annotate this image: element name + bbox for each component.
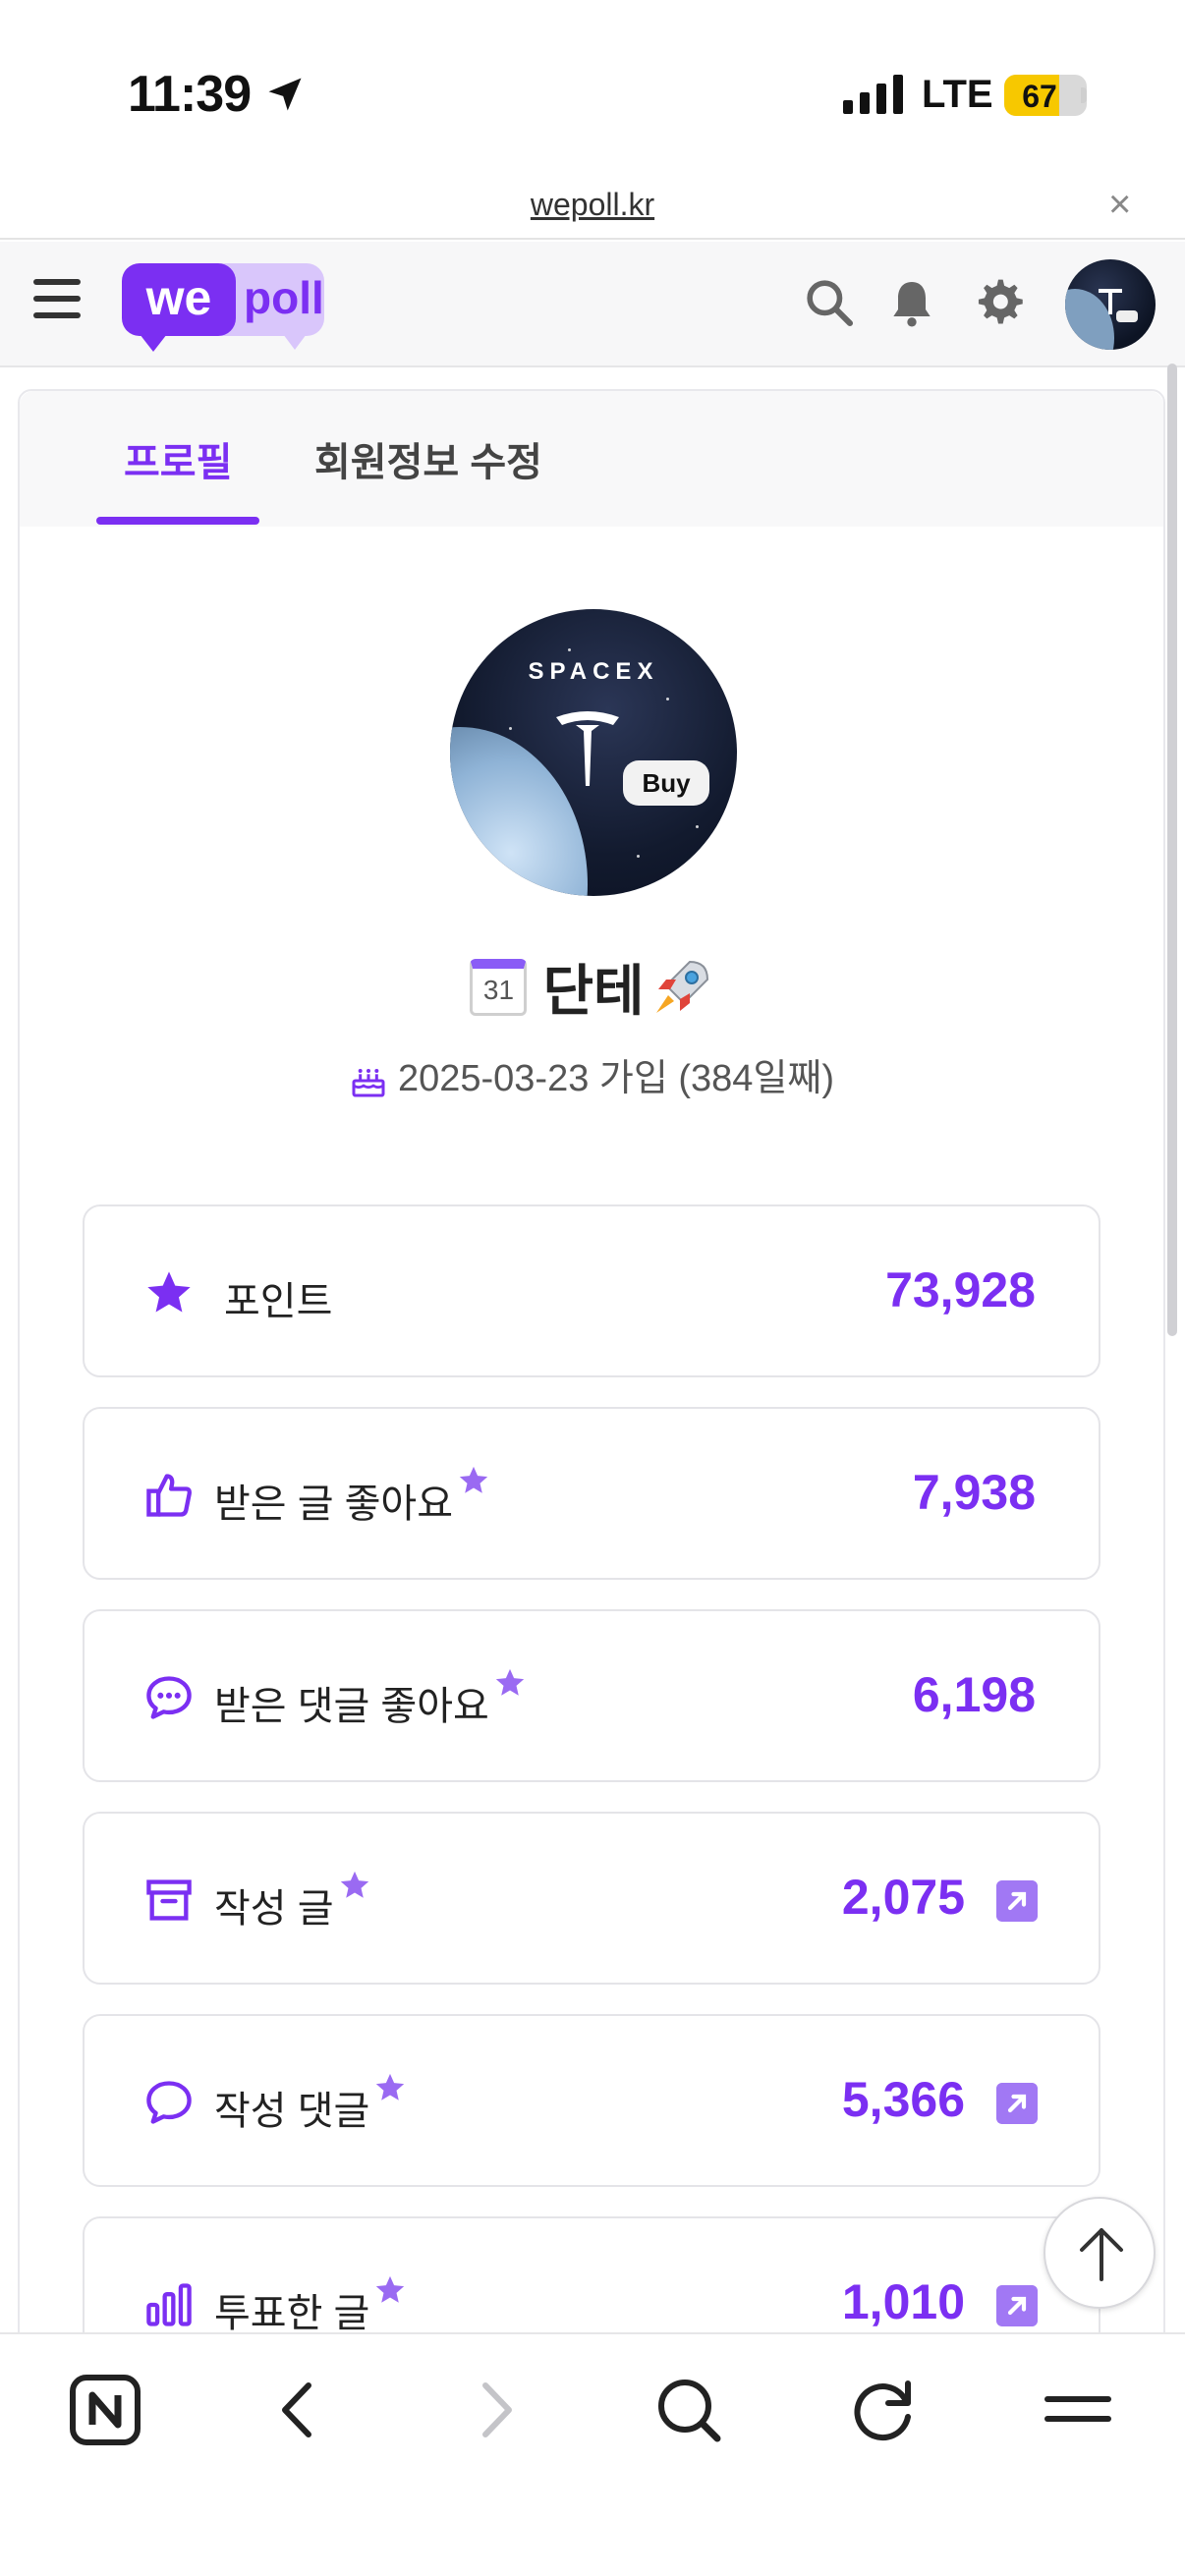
stat-value: 6,198: [912, 1667, 1036, 1722]
stat-value: 2,075: [841, 1870, 965, 1925]
location-arrow-icon: [268, 78, 302, 111]
stat-row-post-likes[interactable]: 받은 글 좋아요 7,938: [83, 1407, 1100, 1580]
bar-chart-icon: [146, 2283, 192, 2326]
avatar-spacex-text: SPACEX: [528, 658, 659, 685]
tab-profile[interactable]: 프로필: [124, 430, 232, 487]
avatar-buy-badge: Buy: [623, 760, 709, 806]
star-icon: [147, 1271, 191, 1313]
join-date-row: 2025-03-23 가입 (384일째): [20, 1047, 1163, 1101]
profile-card: 프로필 회원정보 수정 SPACEX Buy 31 단테 2025-03-23 …: [18, 389, 1165, 2576]
battery-icon: 67: [1004, 75, 1087, 116]
wepoll-logo[interactable]: poll we: [122, 263, 328, 352]
search-icon[interactable]: [652, 2374, 725, 2446]
stat-label: 작성 글: [214, 1871, 371, 1933]
stat-label: 투표한 글: [214, 2275, 407, 2338]
status-time: 11:39: [128, 66, 252, 123]
stat-value: 1,010: [841, 2274, 965, 2329]
site-header: poll we: [0, 242, 1185, 367]
cake-icon: [352, 1068, 385, 1097]
stat-row-posts[interactable]: 작성 글 2,075: [83, 1812, 1100, 1985]
external-link-icon[interactable]: [996, 2285, 1038, 2326]
star-badge-icon: [376, 2275, 405, 2303]
close-icon[interactable]: ×: [1108, 183, 1131, 227]
stat-label: 작성 댓글: [214, 2073, 407, 2136]
join-date: 2025-03-23 가입 (384일째): [397, 1058, 835, 1099]
thumbs-up-icon: [146, 1474, 192, 1517]
tab-active-indicator: [96, 517, 259, 525]
tab-edit-profile[interactable]: 회원정보 수정: [314, 430, 542, 487]
back-icon[interactable]: [263, 2374, 336, 2446]
arrow-up-icon: [1080, 2228, 1123, 2281]
naver-home-icon[interactable]: [69, 2374, 141, 2446]
browser-toolbar: [0, 2332, 1185, 2576]
menu-icon[interactable]: [1042, 2374, 1114, 2446]
stat-row-points[interactable]: 포인트 73,928: [83, 1204, 1100, 1377]
scrollbar[interactable]: [1167, 364, 1177, 1336]
stat-value: 73,928: [885, 1262, 1036, 1317]
search-icon[interactable]: [802, 275, 857, 330]
star-badge-icon: [459, 1466, 488, 1493]
profile-name-row: 31 단테: [20, 947, 1163, 1027]
stat-label: 받은 댓글 좋아요: [214, 1668, 527, 1731]
url-bar[interactable]: wepoll.kr ×: [0, 175, 1185, 240]
external-link-icon[interactable]: [996, 1880, 1038, 1922]
bell-icon[interactable]: [884, 275, 939, 330]
forward-icon[interactable]: [458, 2374, 531, 2446]
profile-avatar: SPACEX Buy: [450, 609, 737, 896]
profile-name: 단테: [542, 960, 645, 1022]
stat-label: 받은 글 좋아요: [214, 1466, 490, 1529]
star-badge-icon: [340, 1871, 368, 1898]
external-link-icon[interactable]: [996, 2083, 1038, 2124]
calendar-icon: 31: [470, 958, 528, 1016]
tesla-logo-icon: [556, 711, 619, 786]
stat-row-comment-likes[interactable]: 받은 댓글 좋아요 6,198: [83, 1609, 1100, 1782]
stat-value: 5,366: [841, 2072, 965, 2127]
scroll-to-top-button[interactable]: [1044, 2197, 1156, 2309]
star-badge-icon: [495, 1668, 524, 1696]
url-text[interactable]: wepoll.kr: [0, 187, 1185, 223]
signal-icon: [843, 75, 903, 114]
rocket-icon: [655, 960, 708, 1013]
comment-dots-icon: [146, 1676, 192, 1719]
avatar-image: [1065, 289, 1138, 350]
archive-icon: [146, 1879, 192, 1921]
avatar[interactable]: [1065, 259, 1156, 350]
logo-we: we: [122, 263, 236, 352]
tab-bar: 프로필 회원정보 수정: [20, 391, 1163, 527]
gear-icon[interactable]: [971, 275, 1026, 330]
comment-icon: [146, 2081, 192, 2124]
stat-label: 포인트: [224, 1280, 333, 1323]
status-bar: 11:39 LTE 67: [0, 0, 1185, 187]
refresh-icon[interactable]: [847, 2374, 920, 2446]
battery-cap: [1081, 87, 1087, 103]
menu-icon[interactable]: [33, 279, 81, 324]
battery-percent: 67: [1022, 79, 1057, 114]
network-type: LTE: [922, 73, 993, 116]
stat-row-comments[interactable]: 작성 댓글 5,366: [83, 2014, 1100, 2187]
stat-value: 7,938: [912, 1465, 1036, 1520]
star-badge-icon: [376, 2073, 405, 2100]
